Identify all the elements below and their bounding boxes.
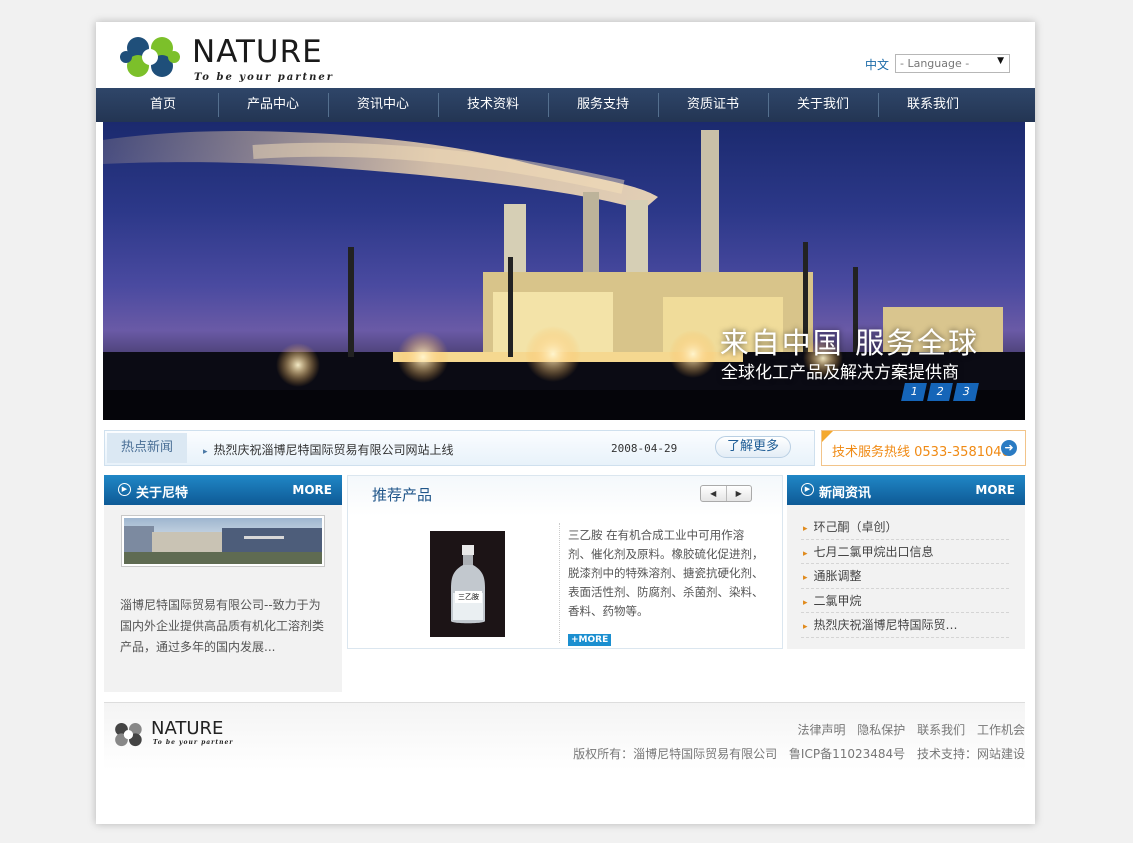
footer: NATURE To be your partner 法律声明 隐私保护 联系我们… (104, 702, 1025, 770)
nav-item-news[interactable]: 资讯中心 (328, 88, 438, 122)
about-box: ▶ 关于尼特 MORE 淄博尼特国际贸易有限公司--致力于为国内外企业提供高品质… (104, 475, 342, 692)
banner-title: 来自中国 服务全球 (719, 326, 979, 360)
main-nav: 首页 产品中心 资讯中心 技术资料 服务支持 资质证书 关于我们 联系我们 (96, 88, 1035, 122)
company-photo[interactable] (121, 515, 325, 567)
nav-item-certificates[interactable]: 资质证书 (658, 88, 768, 122)
arrow-right-icon: ➜ (1001, 440, 1017, 456)
circle-arrow-icon: ▶ (801, 483, 814, 496)
hot-news-label: 热点新闻 (107, 433, 187, 463)
logo-slogan: To be your partner (194, 72, 335, 83)
hotline-text: 技术服务热线 0533-3581046 (832, 445, 1010, 460)
tech-support-text[interactable]: 技术支持：网站建设 (917, 747, 1025, 761)
hot-news-bar: 热点新闻 热烈庆祝淄博尼特国际贸易有限公司网站上线 2008-04-29 了解更… (104, 430, 815, 466)
news-item[interactable]: 七月二氯甲烷出口信息 (801, 540, 1009, 564)
product-more-button[interactable]: +MORE (568, 634, 612, 646)
featured-products: 推荐产品 ◀ ▶ 三乙胺 三乙胺 在有机合成工业中可用作溶剂、催化剂及原料。橡胶… (347, 475, 783, 649)
right-arrow-icon[interactable]: ▶ (725, 486, 752, 501)
nav-item-tech[interactable]: 技术资料 (438, 88, 548, 122)
nav-item-service[interactable]: 服务支持 (548, 88, 658, 122)
nav-item-products[interactable]: 产品中心 (218, 88, 328, 122)
news-item[interactable]: 热烈庆祝淄博尼特国际贸… (801, 613, 1009, 638)
news-item[interactable]: 通胀调整 (801, 564, 1009, 589)
banner-page-1[interactable]: 1 (901, 383, 927, 401)
footer-link-legal[interactable]: 法律声明 (797, 723, 845, 737)
nav-item-about[interactable]: 关于我们 (768, 88, 878, 122)
nav-item-home[interactable]: 首页 (108, 88, 218, 122)
page: NATURE To be your partner 中文 - Language … (96, 22, 1035, 824)
hero-banner[interactable]: 来自中国 服务全球 全球化工产品及解决方案提供商 1 2 3 (103, 122, 1025, 420)
hot-news-date: 2008-04-29 (611, 442, 678, 455)
language-select[interactable]: - Language - ▼ (895, 54, 1010, 73)
footer-link-jobs[interactable]: 工作机会 (977, 723, 1025, 737)
language-select-value: - Language - (900, 57, 970, 70)
product-divider (559, 523, 560, 643)
footer-link-contact[interactable]: 联系我们 (917, 723, 965, 737)
hot-news-headline[interactable]: 热烈庆祝淄博尼特国际贸易有限公司网站上线 (203, 441, 454, 458)
about-text: 淄博尼特国际贸易有限公司--致力于为国内外企业提供高品质有机化工溶剂类产品，通过… (120, 598, 325, 654)
products-title: 推荐产品 (372, 486, 433, 504)
news-item[interactable]: 环己酮（卓创） (801, 515, 1009, 540)
about-more-link[interactable]: MORE (292, 483, 332, 497)
product-carousel-controls: ◀ ▶ (700, 485, 752, 502)
footer-logo-slogan: To be your partner (153, 739, 234, 746)
banner-pagination: 1 2 3 (899, 383, 979, 401)
banner-page-2[interactable]: 2 (927, 383, 953, 401)
banner-subtitle: 全球化工产品及解决方案提供商 (721, 363, 959, 383)
about-title: 关于尼特 (136, 486, 189, 501)
news-header: ▶ 新闻资讯 MORE (787, 475, 1025, 505)
nav-item-contact[interactable]: 联系我们 (878, 88, 988, 122)
logo-text: NATURE (192, 34, 323, 70)
copyright-text: 版权所有：淄博尼特国际贸易有限公司 (573, 747, 778, 761)
product-description: 三乙胺 在有机合成工业中可用作溶剂、催化剂及原料。橡胶硫化促进剂，脱漆剂中的特殊… (568, 528, 764, 618)
footer-copyright: 版权所有：淄博尼特国际贸易有限公司 鲁ICP备11023484号 技术支持：网站… (565, 745, 1025, 762)
circle-arrow-icon: ▶ (118, 483, 131, 496)
news-more-link[interactable]: MORE (975, 483, 1015, 497)
footer-logo-text: NATURE (151, 718, 224, 739)
company-building-image (124, 518, 322, 564)
news-item[interactable]: 二氯甲烷 (801, 589, 1009, 613)
learn-more-button[interactable]: 了解更多 (715, 436, 791, 458)
footer-logo-mark-icon (115, 723, 142, 747)
chinese-language-link[interactable]: 中文 (865, 56, 889, 73)
footer-logo[interactable]: NATURE To be your partner (107, 717, 237, 753)
news-box: ▶ 新闻资讯 MORE 环己酮（卓创） 七月二氯甲烷出口信息 通胀调整 二氯甲烷… (787, 475, 1025, 649)
bottle-label: 三乙胺 (455, 591, 482, 603)
tech-hotline[interactable]: 技术服务热线 0533-3581046 ➜ (821, 430, 1026, 466)
building-illustration (124, 526, 322, 564)
banner-page-3[interactable]: 3 (953, 383, 979, 401)
icp-text[interactable]: 鲁ICP备11023484号 (789, 747, 905, 761)
footer-link-privacy[interactable]: 隐私保护 (857, 723, 905, 737)
footer-links: 法律声明 隐私保护 联系我们 工作机会 (791, 721, 1025, 738)
news-list: 环己酮（卓创） 七月二氯甲烷出口信息 通胀调整 二氯甲烷 热烈庆祝淄博尼特国际贸… (801, 515, 1009, 638)
logo-mark-icon (120, 37, 180, 77)
product-image[interactable]: 三乙胺 (430, 531, 505, 637)
news-title: 新闻资讯 (819, 486, 872, 501)
site-logo[interactable]: NATURE To be your partner (116, 30, 346, 86)
bottle-illustration (451, 545, 485, 624)
about-header: ▶ 关于尼特 MORE (104, 475, 342, 505)
left-arrow-icon[interactable]: ◀ (701, 486, 726, 501)
dropdown-arrow-icon: ▼ (997, 56, 1004, 66)
